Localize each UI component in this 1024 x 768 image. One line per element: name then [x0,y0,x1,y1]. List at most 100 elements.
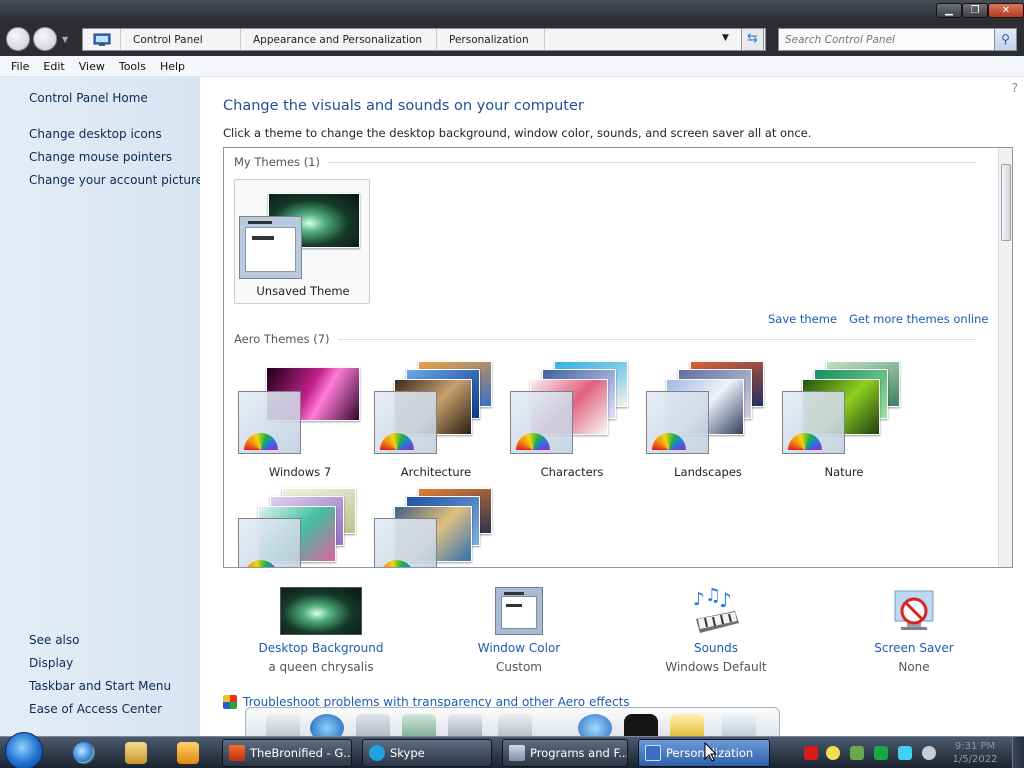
screen-saver-icon [889,587,939,635]
sounds-icon: ♪ ♫ ♪ [691,585,741,635]
theme-windows-7-label: Windows 7 [268,465,332,479]
dock-bar [245,707,780,742]
address-dropdown-icon[interactable]: ▼ [722,33,729,43]
display-link[interactable]: Display [29,656,73,670]
change-mouse-pointers-link[interactable]: Change mouse pointers [29,150,172,164]
theme-architecture-label: Architecture [400,465,472,479]
taskbar: TheBronified - G... Skype Programs and F… [0,732,1024,768]
breadcrumb-control-panel[interactable]: Control Panel [121,29,241,50]
theme-gallery: My Themes (1) Unsaved Theme Save theme G… [223,147,1013,568]
window-title-bar: ▁ ❐ ✕ [0,0,1024,22]
see-also-heading: See also [29,633,80,647]
window-color-value: Custom [496,660,542,674]
show-desktop-button[interactable] [1012,737,1024,768]
scrollbar-thumb[interactable] [1001,164,1011,241]
change-account-picture-link[interactable]: Change your account picture [29,173,203,187]
svg-text:♪: ♪ [693,589,705,610]
window-color-icon [495,587,543,635]
minimize-button[interactable]: ▁ [936,3,962,18]
unsaved-theme-tile[interactable]: Unsaved Theme [234,179,370,304]
media-player-icon[interactable] [177,742,199,764]
refresh-icon[interactable]: ⇆ [741,28,764,51]
search-box[interactable]: ⚲ [778,28,1017,51]
taskbar-start-menu-link[interactable]: Taskbar and Start Menu [29,679,171,693]
theme-landscapes[interactable] [646,361,770,457]
security-tray-icon[interactable] [850,746,864,760]
recent-pages-chevron-icon[interactable]: ▼ [62,35,68,44]
menu-view[interactable]: View [72,60,112,73]
unsaved-window-thumb [239,216,302,279]
screen-saver-item[interactable]: Screen Saver None [819,587,1009,674]
task-browser[interactable]: TheBronified - G... [222,739,352,767]
my-themes-label: My Themes (1) [234,155,320,169]
desktop-background-item[interactable]: Desktop Background a queen chrysalis [226,587,416,674]
task-skype[interactable]: Skype [362,739,492,767]
task-browser-label: TheBronified - G... [250,746,352,760]
aero-themes-header: Aero Themes (7) [234,332,976,346]
address-toolbar: ▼ Control Panel Appearance and Personali… [0,22,1024,56]
flag-tray-icon[interactable] [874,746,888,760]
search-icon[interactable]: ⚲ [994,29,1016,50]
skype-icon [369,745,385,761]
menu-help[interactable]: Help [153,60,192,73]
file-explorer-icon[interactable] [125,742,147,764]
theme-gallery-scrollbar[interactable] [998,148,1012,567]
theme-nature-label: Nature [824,465,864,479]
sounds-link[interactable]: Sounds [621,641,811,655]
change-desktop-icons-link[interactable]: Change desktop icons [29,127,162,141]
close-button[interactable]: ✕ [988,3,1024,18]
mouse-cursor-icon [704,742,718,762]
forward-button[interactable] [33,27,57,51]
troubleshoot-icon [223,695,237,709]
theme-scenes[interactable] [238,488,362,567]
main-content: ? Change the visuals and sounds on your … [200,77,1024,736]
network-tray-icon[interactable] [898,746,912,760]
start-button[interactable] [5,732,43,768]
window-color-link[interactable]: Window Color [424,641,614,655]
theme-landscapes-label: Landscapes [674,465,742,479]
aero-themes-label: Aero Themes (7) [234,332,330,346]
notes-tray-icon[interactable] [826,746,840,760]
sounds-item[interactable]: ♪ ♫ ♪ Sounds Windows Default [621,585,811,674]
my-themes-header: My Themes (1) [234,155,976,169]
window-color-item[interactable]: Window Color Custom [424,587,614,674]
svg-text:♪: ♪ [719,588,732,612]
page-description: Click a theme to change the desktop back… [223,126,812,140]
desktop-background-value: a queen chrysalis [268,660,374,674]
theme-windows-7[interactable] [238,361,362,457]
search-input[interactable] [779,33,994,46]
control-panel-icon[interactable] [83,29,121,50]
volume-tray-icon[interactable] [922,746,936,760]
theme-characters[interactable] [510,361,634,457]
ease-of-access-link[interactable]: Ease of Access Center [29,702,162,716]
page-title: Change the visuals and sounds on your co… [223,98,584,114]
menu-bar: File Edit View Tools Help [0,56,1024,77]
get-more-themes-link[interactable]: Get more themes online [849,312,988,326]
menu-tools[interactable]: Tools [112,60,153,73]
back-button[interactable] [6,27,30,51]
maximize-button[interactable]: ❐ [962,3,988,18]
theme-united-states[interactable] [374,488,498,567]
task-pane: Control Panel Home Change desktop icons … [0,77,203,736]
breadcrumb-personalization[interactable]: Personalization [437,29,545,50]
help-icon[interactable]: ? [1012,81,1018,95]
clock-date: 1/5/2022 [952,754,998,765]
sounds-value: Windows Default [665,660,767,674]
acrobat-tray-icon[interactable] [804,746,818,760]
internet-explorer-icon[interactable] [73,742,95,764]
theme-architecture[interactable] [374,361,498,457]
screen-saver-link[interactable]: Screen Saver [819,641,1009,655]
clock-time: 9:31 PM [954,741,996,752]
desktop-background-link[interactable]: Desktop Background [226,641,416,655]
menu-file[interactable]: File [4,60,36,73]
clock[interactable]: 9:31 PM 1/5/2022 [945,740,1005,766]
breadcrumb-appearance[interactable]: Appearance and Personalization [241,29,437,50]
programs-icon [509,745,525,761]
task-programs[interactable]: Programs and F... [502,739,628,767]
breadcrumb[interactable]: Control Panel Appearance and Personaliza… [82,28,766,51]
screen-saver-value: None [898,660,930,674]
menu-edit[interactable]: Edit [36,60,71,73]
control-panel-home-link[interactable]: Control Panel Home [29,91,148,105]
theme-nature[interactable] [782,361,906,457]
save-theme-link[interactable]: Save theme [768,312,837,326]
